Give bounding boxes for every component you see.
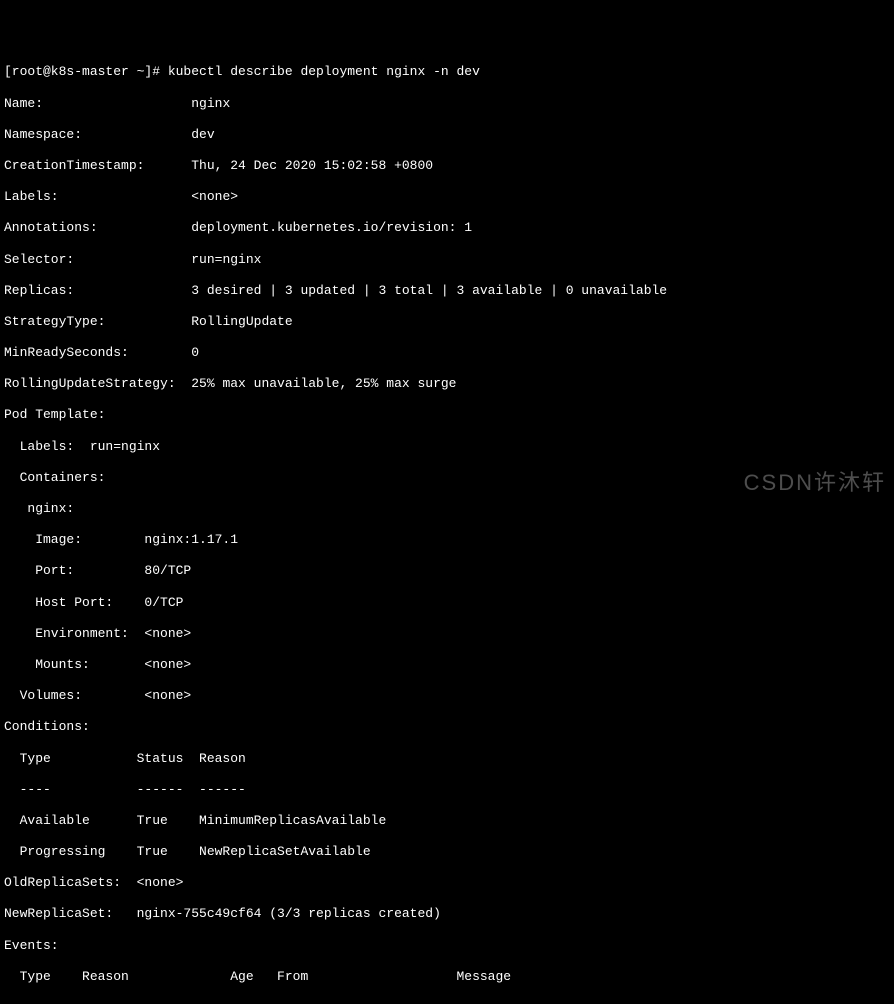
field-creation-timestamp: CreationTimestamp: Thu, 24 Dec 2020 15:0…: [4, 158, 890, 174]
field-min-ready-seconds: MinReadySeconds: 0: [4, 345, 890, 361]
pod-template-labels: Labels: run=nginx: [4, 439, 890, 455]
pod-template-containers: Containers:: [4, 470, 890, 486]
pod-template-image: Image: nginx:1.17.1: [4, 532, 890, 548]
old-replica-sets: OldReplicaSets: <none>: [4, 875, 890, 891]
shell-prompt: [root@k8s-master ~]#: [4, 64, 168, 79]
field-namespace: Namespace: dev: [4, 127, 890, 143]
field-annotations: Annotations: deployment.kubernetes.io/re…: [4, 220, 890, 236]
pod-template-mounts: Mounts: <none>: [4, 657, 890, 673]
pod-template-volumes: Volumes: <none>: [4, 688, 890, 704]
field-replicas: Replicas: 3 desired | 3 updated | 3 tota…: [4, 283, 890, 299]
conditions-header: Conditions:: [4, 719, 890, 735]
pod-template-header: Pod Template:: [4, 407, 890, 423]
field-labels: Labels: <none>: [4, 189, 890, 205]
pod-template-environment: Environment: <none>: [4, 626, 890, 642]
events-columns: Type Reason Age From Message: [4, 969, 890, 985]
field-name: Name: nginx: [4, 96, 890, 112]
condition-row-progressing: Progressing True NewReplicaSetAvailable: [4, 844, 890, 860]
new-replica-set: NewReplicaSet: nginx-755c49cf64 (3/3 rep…: [4, 906, 890, 922]
pod-template-port: Port: 80/TCP: [4, 563, 890, 579]
field-strategy-type: StrategyType: RollingUpdate: [4, 314, 890, 330]
prompt-line-1[interactable]: [root@k8s-master ~]# kubectl describe de…: [4, 64, 890, 80]
events-header: Events:: [4, 938, 890, 954]
pod-template-container-name: nginx:: [4, 501, 890, 517]
field-rolling-update-strategy: RollingUpdateStrategy: 25% max unavailab…: [4, 376, 890, 392]
conditions-separator: ---- ------ ------: [4, 782, 890, 798]
conditions-columns: Type Status Reason: [4, 751, 890, 767]
condition-row-available: Available True MinimumReplicasAvailable: [4, 813, 890, 829]
command-text: kubectl describe deployment nginx -n dev: [168, 64, 480, 79]
field-selector: Selector: run=nginx: [4, 252, 890, 268]
events-separator: ---- ------ ---- ---- -------: [4, 1000, 890, 1004]
pod-template-host-port: Host Port: 0/TCP: [4, 595, 890, 611]
